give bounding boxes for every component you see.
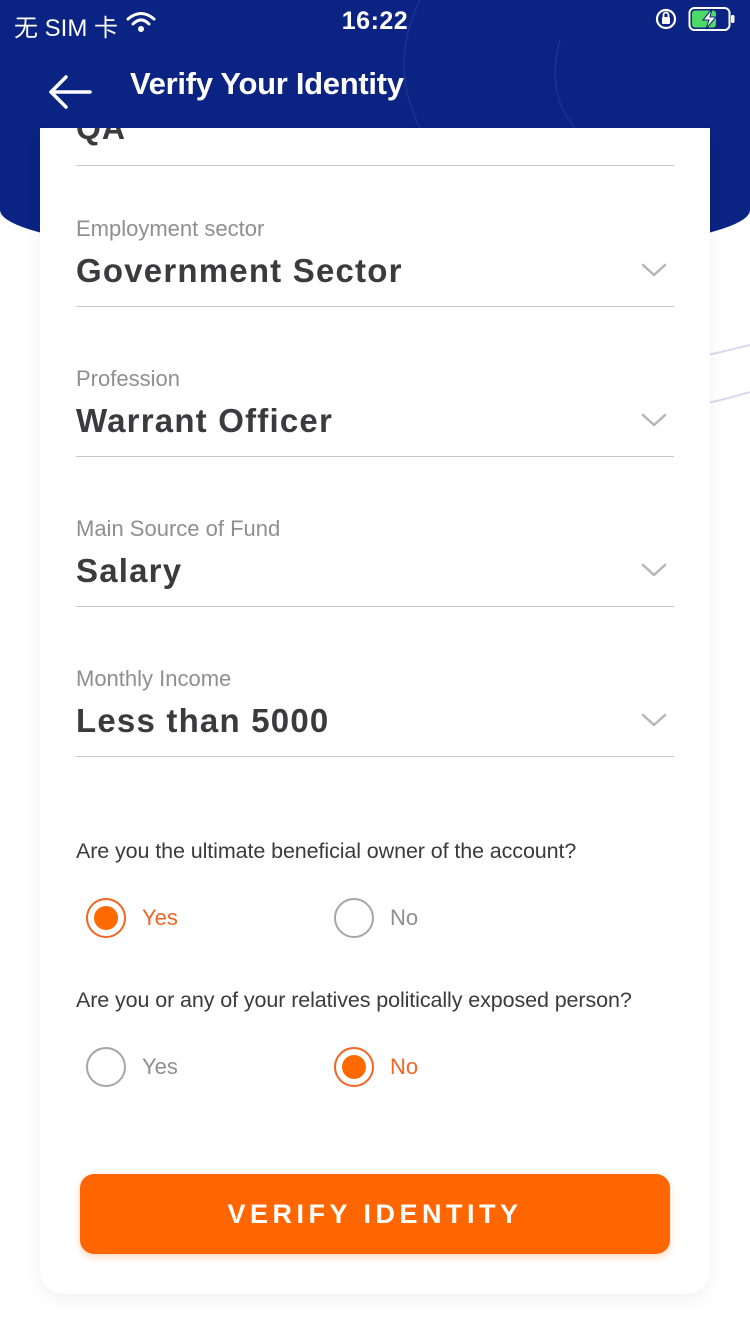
source-of-fund-select[interactable]: Main Source of Fund Salary	[76, 516, 674, 666]
chevron-down-icon	[641, 413, 667, 427]
field-underline	[76, 456, 674, 457]
back-button[interactable]	[40, 60, 100, 110]
politically-exposed-question: Are you or any of your relatives politic…	[76, 988, 632, 1012]
field-label: Employment sector	[76, 216, 265, 241]
radio-label: No	[390, 1054, 419, 1079]
arrow-left-icon	[40, 75, 100, 114]
field-label: Main Source of Fund	[76, 516, 281, 541]
battery-charging-icon	[688, 6, 736, 39]
radio-dot	[94, 906, 118, 930]
chevron-down-icon	[641, 713, 667, 727]
beneficial-owner-no-radio[interactable]: No	[334, 896, 418, 940]
rotation-lock-icon	[654, 7, 678, 38]
chevron-down-icon	[641, 563, 667, 577]
status-time: 16:22	[341, 7, 409, 35]
form-card: QA Employment sector Government Sector P…	[40, 128, 710, 1294]
status-bar: 无 SIM 卡 16:22	[0, 0, 750, 42]
beneficial-owner-question: Are you the ultimate beneficial owner of…	[76, 839, 577, 863]
employment-sector-select[interactable]: Employment sector Government Sector	[76, 216, 674, 366]
field-value: Salary	[76, 552, 183, 589]
monthly-income-select[interactable]: Monthly Income Less than 5000	[76, 666, 674, 816]
previous-field[interactable]: QA	[76, 128, 674, 166]
navigation-bar: Verify Your Identity	[0, 52, 750, 118]
radio-label: No	[390, 905, 419, 930]
chevron-down-icon	[641, 263, 667, 277]
radio-dot	[342, 1055, 366, 1079]
field-underline	[76, 306, 674, 307]
radio-button-selected	[334, 1047, 374, 1087]
radio-label: Yes	[142, 905, 178, 930]
radio-button-selected	[86, 898, 126, 938]
status-icons	[654, 6, 736, 39]
field-label: Monthly Income	[76, 666, 232, 691]
politically-exposed-no-radio[interactable]: No	[334, 1045, 418, 1089]
previous-field-value: QA	[76, 128, 126, 146]
profession-select[interactable]: Profession Warrant Officer	[76, 366, 674, 516]
field-underline	[76, 756, 674, 757]
field-value: Less than 5000	[76, 702, 330, 739]
radio-label: Yes	[142, 1054, 178, 1079]
beneficial-owner-yes-radio[interactable]: Yes	[86, 896, 178, 940]
field-value: Warrant Officer	[76, 402, 333, 439]
radio-button	[86, 1047, 126, 1087]
politically-exposed-yes-radio[interactable]: Yes	[86, 1045, 178, 1089]
radio-button	[334, 898, 374, 938]
field-label: Profession	[76, 366, 180, 391]
verify-identity-button[interactable]: VERIFY IDENTITY	[80, 1174, 670, 1254]
page-title: Verify Your Identity	[130, 66, 404, 101]
field-value: Government Sector	[76, 252, 403, 289]
field-underline	[76, 606, 674, 607]
